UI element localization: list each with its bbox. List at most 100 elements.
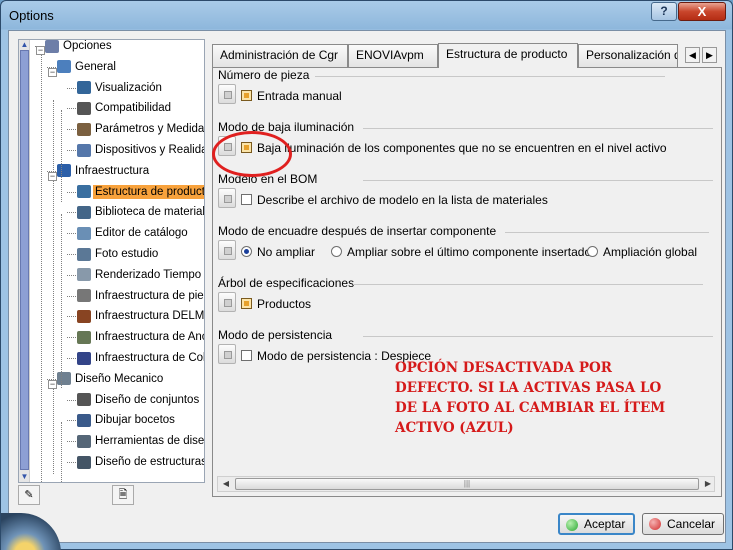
- tree-tool-button-1[interactable]: ✎: [18, 485, 40, 505]
- tree-tool-button-2[interactable]: 🗎: [112, 485, 134, 505]
- tree-item-diseño-mecanico[interactable]: Diseño Mecanico: [57, 369, 165, 389]
- photo-studio-icon: [77, 247, 91, 261]
- option-label: Describe el archivo de modelo en la list…: [257, 193, 548, 207]
- display-icon: [77, 81, 91, 95]
- hscroll-thumb[interactable]: |||: [235, 478, 699, 490]
- radio-option[interactable]: Ampliar sobre el último componente inser…: [331, 244, 591, 260]
- radio-button[interactable]: [331, 246, 342, 257]
- tree-item-label: Diseño de conjuntos: [95, 393, 200, 406]
- checkbox[interactable]: [241, 350, 252, 361]
- tree-connector: [67, 337, 76, 339]
- tab-scroll-right-icon[interactable]: ▶: [702, 47, 717, 63]
- tree-item-infraestructura-de-anotac[interactable]: Infraestructura de Anotac: [77, 327, 204, 347]
- tree-scrollbar[interactable]: ▲ ▼: [19, 40, 30, 482]
- checkbox-option[interactable]: Baja iluminación de los componentes que …: [241, 140, 667, 156]
- devices-icon: [77, 143, 91, 157]
- tree-connector: [67, 212, 76, 214]
- tab-enoviavpm[interactable]: ENOVIAvpm: [348, 44, 438, 67]
- tree-connector: [67, 316, 76, 318]
- tree-item-parámetros-y-medidas[interactable]: Parámetros y Medidas: [77, 119, 205, 139]
- tree-collapse-icon[interactable]: −: [48, 68, 57, 77]
- help-button[interactable]: ?: [651, 2, 677, 21]
- lock-icon[interactable]: [218, 84, 236, 104]
- group-title: Árbol de especificaciones: [218, 276, 355, 290]
- group-separator: [353, 284, 703, 285]
- tree-item-infraestructura-de-colabo[interactable]: Infraestructura de Colabo: [77, 348, 204, 368]
- tree-item-dibujar-bocetos[interactable]: Dibujar bocetos: [77, 410, 177, 430]
- lock-icon[interactable]: [218, 240, 236, 260]
- tree-item-herramientas-de-diseño-d[interactable]: Herramientas de diseño d: [77, 431, 204, 451]
- tree-item-estructura-de-producto[interactable]: Estructura de producto: [77, 182, 204, 202]
- radio-option[interactable]: No ampliar: [241, 244, 315, 260]
- ok-button[interactable]: Aceptar: [558, 513, 636, 535]
- tree-item-infraestructura-de-piezas[interactable]: Infraestructura de piezas: [77, 286, 204, 306]
- checkbox-option[interactable]: Productos: [241, 296, 311, 312]
- group-title: Modo de persistencia: [218, 328, 333, 342]
- hscroll-left-icon[interactable]: ◀: [219, 478, 233, 490]
- tree-connector: [67, 87, 76, 89]
- close-button[interactable]: X: [678, 2, 726, 21]
- tree-connector: [67, 358, 76, 359]
- tree-item-label: Opciones: [63, 40, 112, 52]
- tree-item-label: Infraestructura: [75, 164, 150, 177]
- group-title: Número de pieza: [218, 68, 310, 82]
- title-bar[interactable]: Options ? X: [1, 1, 732, 30]
- panel-horizontal-scrollbar[interactable]: ◀ ||| ▶: [217, 476, 715, 492]
- scroll-down-icon[interactable]: ▼: [20, 472, 29, 481]
- tree-item-renderizado-tiempo-rea[interactable]: Renderizado Tiempo Rea: [77, 265, 204, 285]
- checkbox-option[interactable]: Entrada manual: [241, 88, 342, 104]
- tree-connector: [67, 108, 76, 110]
- tree-item-label: Diseño de estructuras: [95, 456, 205, 468]
- tree-item-infraestructura[interactable]: Infraestructura: [57, 161, 151, 181]
- lock-icon[interactable]: [218, 344, 236, 364]
- radio-button[interactable]: [241, 246, 252, 257]
- hscroll-right-icon[interactable]: ▶: [701, 478, 715, 490]
- lock-icon[interactable]: [218, 292, 236, 312]
- tree-item-label: Editor de catálogo: [95, 227, 188, 240]
- tree-item-label: Infraestructura de Anotac: [95, 331, 204, 344]
- tree-item-label: General: [75, 60, 116, 73]
- tree-item-biblioteca-de-materiales[interactable]: Biblioteca de materiales: [77, 202, 204, 222]
- catalog-editor-icon: [77, 226, 91, 240]
- tree-item-foto-estudio[interactable]: Foto estudio: [77, 244, 160, 264]
- group-separator: [363, 336, 713, 337]
- tree-scroll-thumb[interactable]: [20, 50, 29, 470]
- tree-item-label: Diseño Mecanico: [75, 372, 164, 385]
- tree-item-infraestructura-delmia[interactable]: Infraestructura DELMIA: [77, 306, 204, 326]
- tree-collapse-icon[interactable]: −: [48, 380, 57, 389]
- tree-connector: [67, 274, 76, 276]
- checkbox-option[interactable]: Describe el archivo de modelo en la list…: [241, 192, 548, 208]
- tree-item-dispositivos-y-realidad-v[interactable]: Dispositivos y Realidad V: [77, 140, 204, 160]
- group-title: Modo de encuadre después de insertar com…: [218, 224, 497, 238]
- cancel-button[interactable]: Cancelar: [642, 513, 725, 535]
- tab-cgr-management[interactable]: Administración de Cgr: [212, 44, 348, 67]
- tree-item-diseño-de-estructuras[interactable]: Diseño de estructuras: [77, 452, 205, 472]
- tree-guide: [41, 48, 42, 482]
- tree-item-visualización[interactable]: Visualización: [77, 78, 164, 98]
- tree-item-editor-de-catálogo[interactable]: Editor de catálogo: [77, 223, 190, 243]
- checkbox[interactable]: [241, 90, 252, 101]
- tree-item-label: Parámetros y Medidas: [95, 123, 205, 136]
- tree-item-label: Infraestructura de piezas: [95, 289, 204, 302]
- radio-button[interactable]: [587, 246, 598, 257]
- tree-collapse-icon[interactable]: −: [36, 46, 45, 55]
- tree-item-diseño-de-conjuntos[interactable]: Diseño de conjuntos: [77, 390, 201, 410]
- options-tree[interactable]: ▲ ▼ Opciones General Visualización Compatib…: [18, 39, 205, 483]
- tree-item-opciones[interactable]: Opciones: [45, 40, 114, 56]
- checkbox[interactable]: [241, 298, 252, 309]
- tree-item-compatibilidad[interactable]: Compatibilidad: [77, 98, 173, 118]
- material-library-icon: [77, 205, 91, 219]
- radio-option[interactable]: Ampliación global: [587, 244, 697, 260]
- options-window: Options ? X ▲ ▼ Opciones General Visualiza…: [0, 0, 733, 550]
- mechanical-design-icon: [57, 372, 71, 386]
- checkbox[interactable]: [241, 194, 252, 205]
- tree-item-label: Compatibilidad: [95, 102, 172, 115]
- lock-icon[interactable]: [218, 188, 236, 208]
- tab-scroll-left-icon[interactable]: ◀: [685, 47, 700, 63]
- tree-item-general[interactable]: General: [57, 57, 118, 77]
- cancel-icon: [649, 518, 661, 530]
- tree-collapse-icon[interactable]: −: [48, 172, 57, 181]
- tab-customization[interactable]: Personalización d: [578, 44, 678, 67]
- scroll-up-icon[interactable]: ▲: [20, 40, 29, 49]
- tab-product-structure[interactable]: Estructura de producto: [438, 43, 578, 68]
